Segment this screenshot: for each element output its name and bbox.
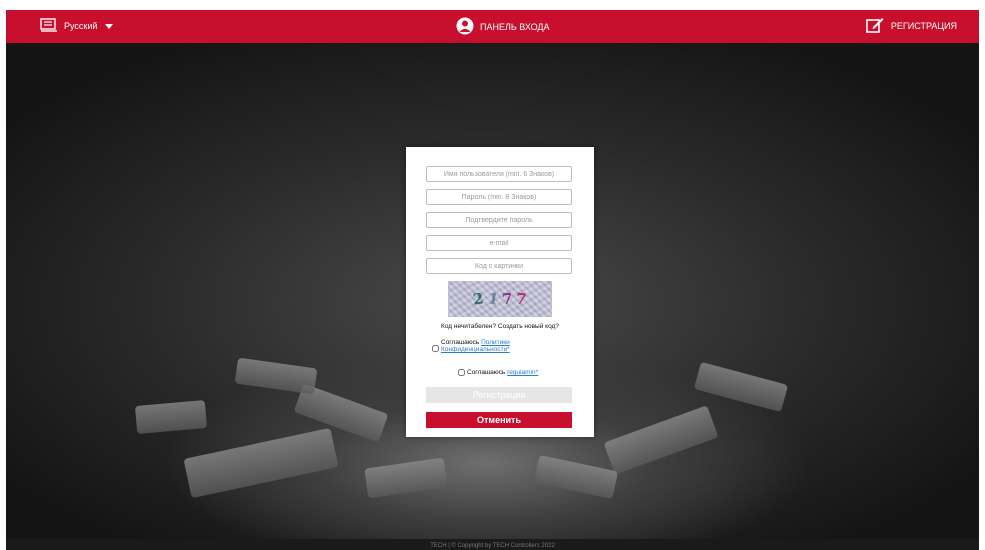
captcha-code-input[interactable]: [426, 258, 572, 274]
confirm-password-input[interactable]: [426, 212, 572, 228]
regulations-link[interactable]: regulamin*: [507, 369, 538, 376]
regulations-checkbox[interactable]: [458, 369, 465, 376]
top-bar: Русский ПАНЕЛЬ ВХОДА РЕГИСТРАЦИЯ: [6, 10, 979, 43]
captcha-refresh-note: Код нечитабелен? Создать новый код?: [406, 323, 594, 330]
captcha-char: 2: [471, 289, 485, 309]
captcha-char: 7: [515, 289, 528, 309]
regulations-consent-row: Соглашаюсь regulamin*: [458, 369, 538, 376]
registration-form: 2 1 7 7 Код нечитабелен? Создать новый к…: [406, 147, 594, 437]
cancel-button[interactable]: Отменить: [426, 412, 572, 428]
captcha-unreadable-text: Код нечитабелен?: [441, 323, 497, 330]
password-input[interactable]: [426, 189, 572, 205]
privacy-consent-label: Соглашаюсь Политики Конфиденциальности*: [441, 339, 572, 353]
captcha-image: 2 1 7 7: [448, 281, 552, 317]
regulations-consent-label: Соглашаюсь regulamin*: [467, 369, 538, 376]
login-panel-link[interactable]: ПАНЕЛЬ ВХОДА: [456, 17, 550, 37]
language-selector[interactable]: Русский: [40, 18, 114, 34]
privacy-prefix: Соглашаюсь: [441, 339, 480, 346]
chevron-down-icon: [105, 23, 114, 29]
captcha-char: 7: [501, 289, 514, 309]
privacy-checkbox[interactable]: [432, 345, 439, 352]
user-icon: [456, 17, 474, 37]
regulations-prefix: Соглашаюсь: [467, 369, 506, 376]
app-frame: Русский ПАНЕЛЬ ВХОДА РЕГИСТРАЦИЯ TECH | …: [6, 10, 979, 550]
captcha-char: 1: [486, 289, 500, 309]
privacy-consent-row: Соглашаюсь Политики Конфиденциальности*: [432, 339, 572, 353]
email-input[interactable]: [426, 235, 572, 251]
login-panel-label: ПАНЕЛЬ ВХОДА: [480, 22, 550, 32]
language-icon: [40, 18, 58, 34]
captcha-refresh-link[interactable]: Создать новый код?: [498, 323, 559, 330]
copyright-text: TECH | © Copyright by TECH Controllers 2…: [430, 543, 555, 549]
register-link[interactable]: РЕГИСТРАЦИЯ: [866, 16, 957, 35]
language-label: Русский: [64, 21, 98, 31]
username-input[interactable]: [426, 166, 572, 182]
register-label: РЕГИСТРАЦИЯ: [890, 20, 957, 31]
footer: TECH | © Copyright by TECH Controllers 2…: [6, 539, 979, 550]
edit-icon: [866, 16, 884, 35]
register-button[interactable]: Регистрация: [426, 387, 572, 403]
